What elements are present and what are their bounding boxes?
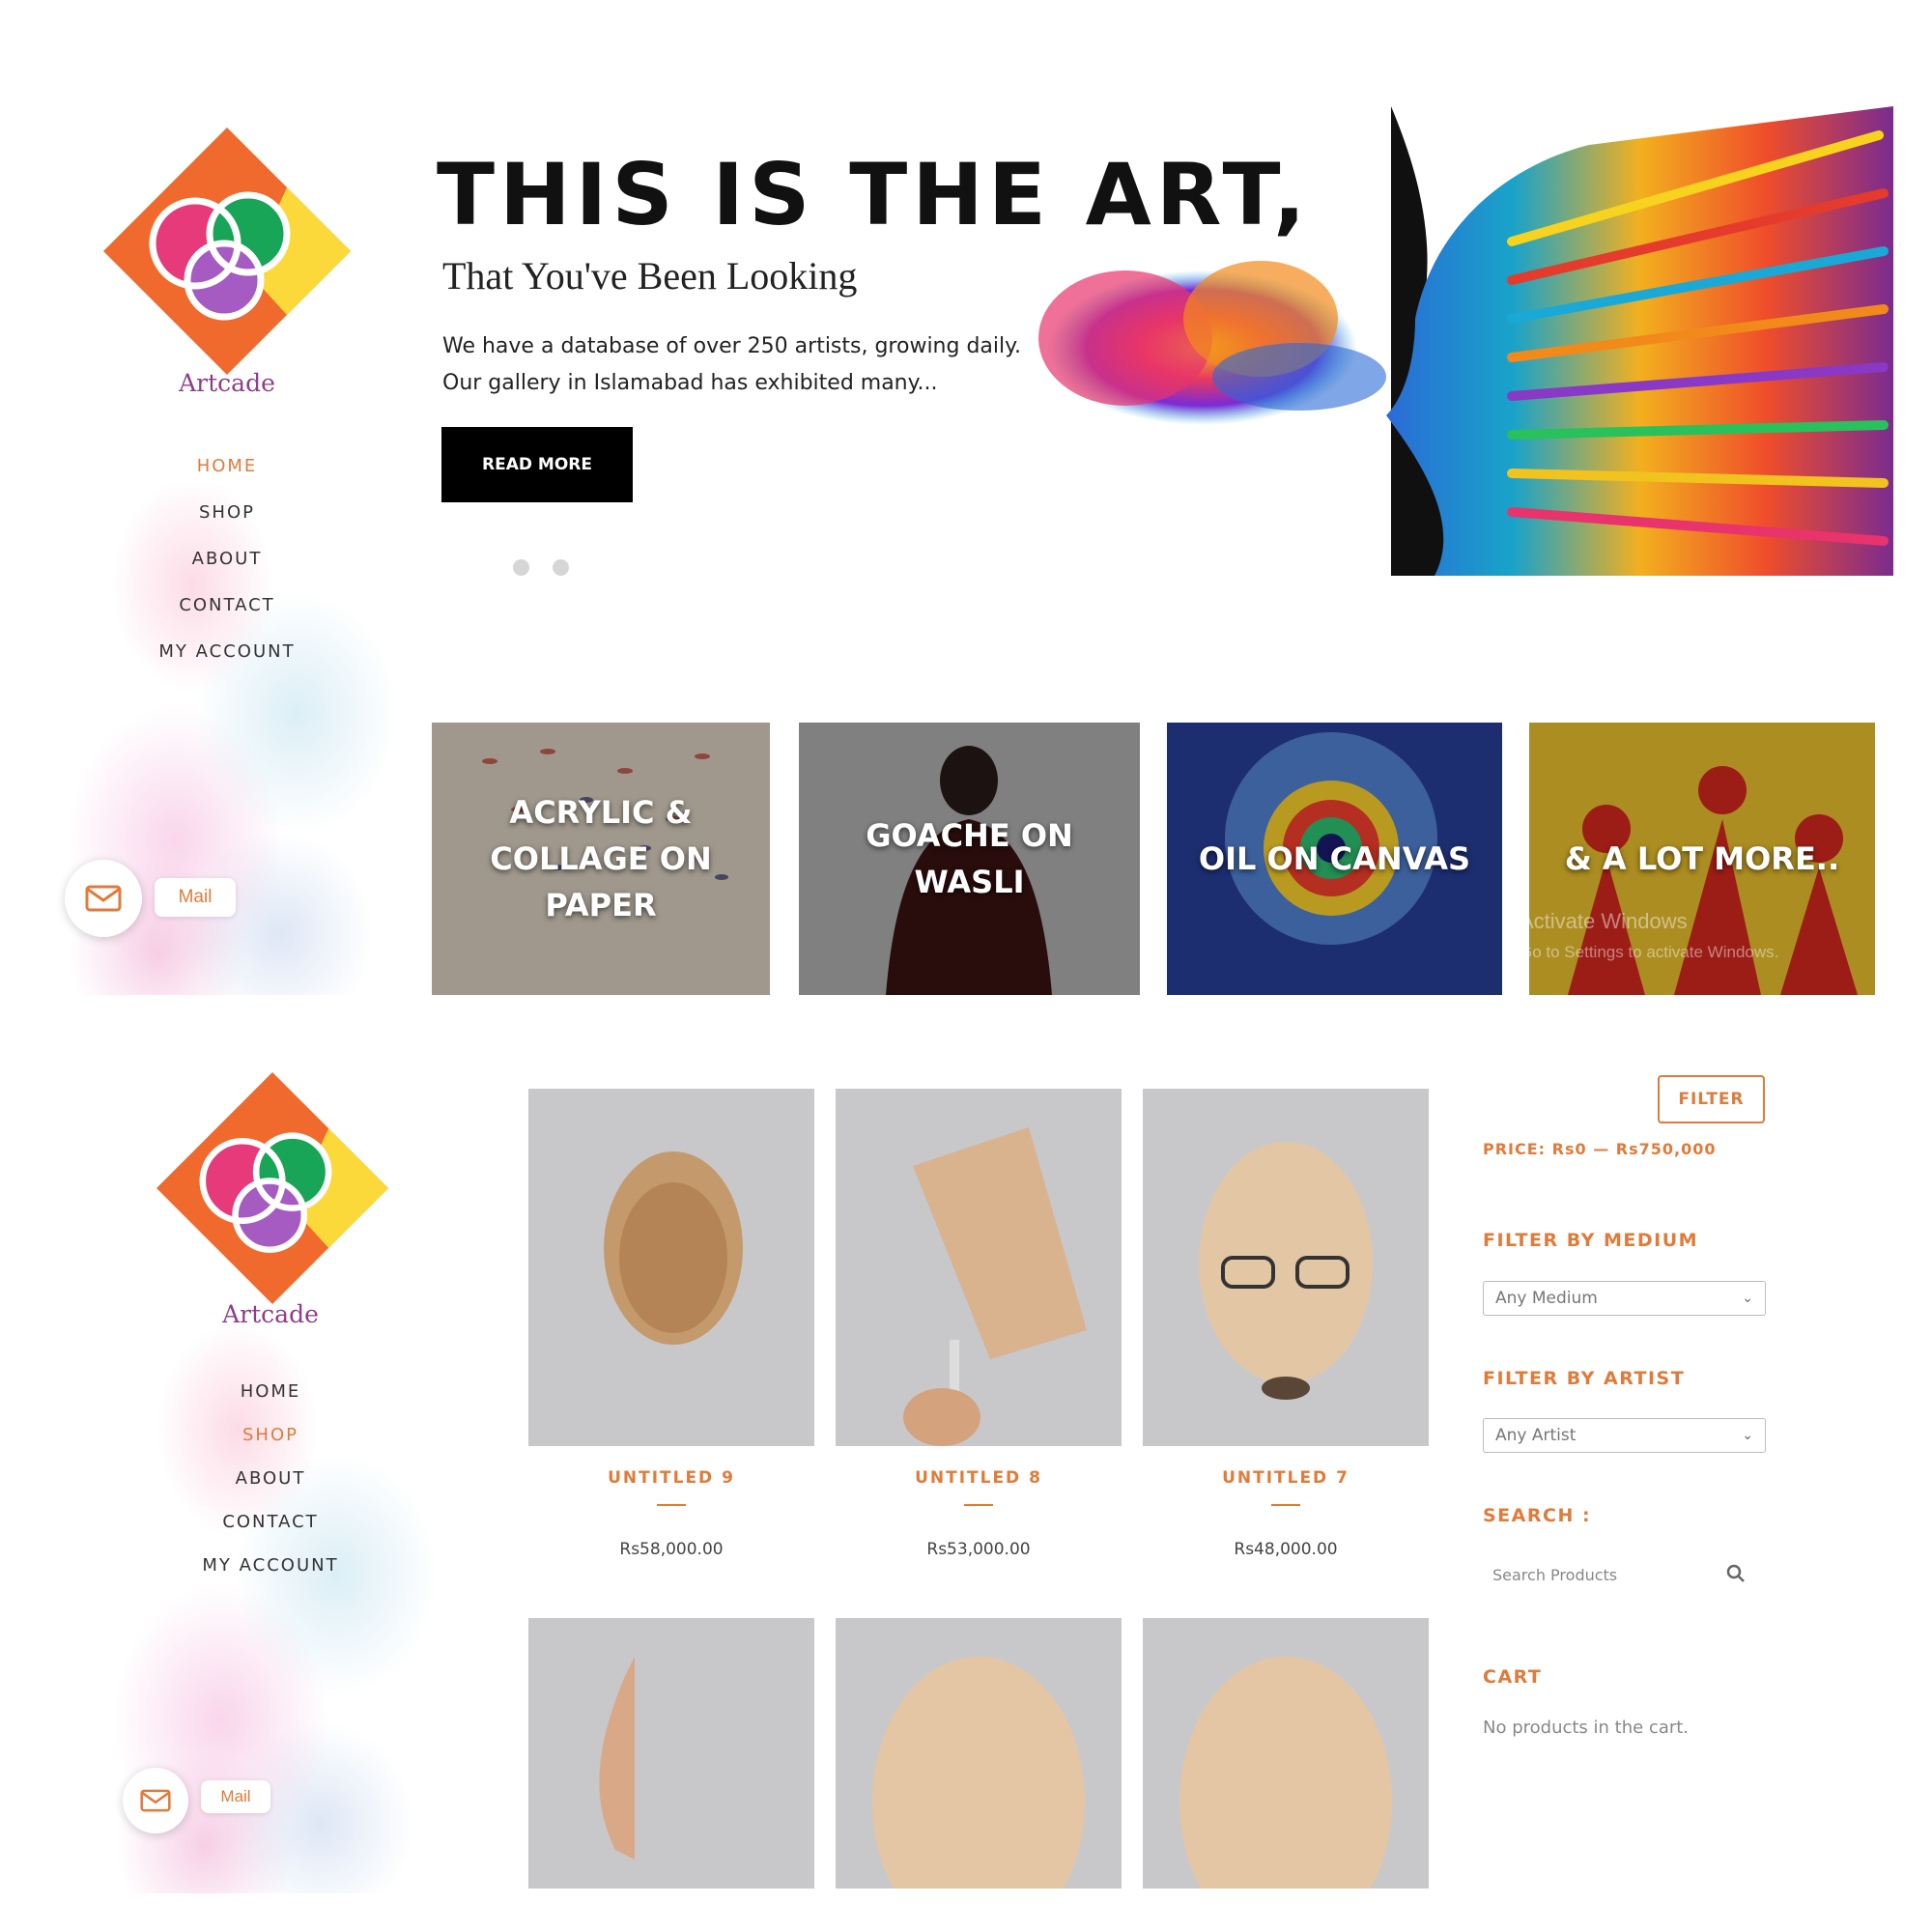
mail-button[interactable] <box>65 860 142 937</box>
hero-description-line-2: Our gallery in Islamabad has exhibited m… <box>442 371 938 395</box>
product-artwork <box>836 1089 1122 1446</box>
artist-select[interactable]: Any Artist ⌄ <box>1483 1418 1766 1453</box>
category-label: ACRYLIC & COLLAGE ON PAPER <box>490 794 712 923</box>
envelope-icon <box>140 1789 171 1812</box>
watermark-line-1: Activate Windows <box>1529 909 1688 933</box>
product-image[interactable] <box>528 1618 814 1889</box>
nav-contact[interactable]: CONTACT <box>174 1512 367 1532</box>
product-image-untitled-7[interactable] <box>1143 1089 1429 1446</box>
brand-name: Artcade <box>222 1300 319 1328</box>
category-label: GOACHE ON WASLI <box>866 817 1073 900</box>
envelope-icon <box>85 885 122 912</box>
search-icon[interactable] <box>1726 1564 1746 1588</box>
product-divider <box>657 1504 686 1506</box>
product-divider <box>964 1504 993 1506</box>
search-input[interactable] <box>1483 1555 1724 1594</box>
nav-contact[interactable]: CONTACT <box>130 595 324 615</box>
medium-select[interactable]: Any Medium ⌄ <box>1483 1281 1766 1316</box>
category-tile-goache[interactable]: GOACHE ON WASLI <box>799 723 1140 995</box>
category-label: OIL ON CANVAS <box>1198 840 1471 877</box>
cart-empty-message: No products in the cart. <box>1483 1718 1690 1738</box>
category-tile-oil[interactable]: OIL ON CANVAS <box>1167 723 1502 995</box>
chevron-down-icon: ⌄ <box>1742 1291 1753 1306</box>
hero-description-line-1: We have a database of over 250 artists, … <box>442 334 1022 358</box>
nav-about[interactable]: ABOUT <box>130 549 324 569</box>
product-price: Rs53,000.00 <box>926 1540 1031 1559</box>
product-image[interactable] <box>836 1618 1122 1889</box>
filter-medium-title: FILTER BY MEDIUM <box>1483 1230 1699 1251</box>
cart-title: CART <box>1483 1666 1543 1688</box>
price-range-label: PRICE: Rs0 — Rs750,000 <box>1483 1140 1717 1158</box>
watermark-line-2: Go to Settings to activate Windows. <box>1529 943 1779 961</box>
chevron-down-icon: ⌄ <box>1742 1428 1753 1443</box>
brand-name: Artcade <box>179 369 275 397</box>
nav-home[interactable]: HOME <box>130 456 324 476</box>
logo-mark <box>156 1072 388 1304</box>
product-name[interactable]: UNTITLED 8 <box>836 1468 1122 1488</box>
filter-button[interactable]: FILTER <box>1658 1075 1765 1123</box>
product-name[interactable]: UNTITLED 9 <box>528 1468 814 1488</box>
category-tile-acrylic[interactable]: ACRYLIC & COLLAGE ON PAPER <box>432 723 770 995</box>
product-artwork <box>1143 1089 1429 1446</box>
nav-home[interactable]: HOME <box>174 1381 367 1402</box>
category-tile-more[interactable]: & A LOT MORE.. Activate Windows Go to Se… <box>1529 723 1875 995</box>
mail-label[interactable]: Mail <box>201 1780 270 1813</box>
nav-my-account[interactable]: MY ACCOUNT <box>174 1555 367 1576</box>
artcade-logo[interactable] <box>156 1072 388 1304</box>
logo-mark <box>103 128 351 375</box>
nav-shop[interactable]: SHOP <box>174 1425 367 1445</box>
top-sidebar: Artcade HOME SHOP ABOUT CONTACT MY ACCOU… <box>53 116 401 995</box>
product-name[interactable]: UNTITLED 7 <box>1143 1468 1429 1488</box>
hero-description: We have a database of over 250 artists, … <box>442 328 1022 402</box>
product-image-untitled-9[interactable] <box>528 1089 814 1446</box>
hero-subtitle: That You've Been Looking <box>442 254 858 298</box>
product-price: Rs58,000.00 <box>619 1540 724 1559</box>
shop-nav: HOME SHOP ABOUT CONTACT MY ACCOUNT <box>174 1381 367 1576</box>
medium-select-value: Any Medium <box>1495 1289 1598 1308</box>
product-artwork <box>528 1089 814 1446</box>
slider-dot-2[interactable] <box>553 559 569 576</box>
slider-dot-1[interactable] <box>513 559 529 576</box>
mail-button[interactable] <box>123 1768 188 1833</box>
product-artwork <box>1143 1618 1429 1889</box>
nav-about[interactable]: ABOUT <box>174 1468 367 1489</box>
product-divider <box>1271 1504 1300 1506</box>
product-image-untitled-8[interactable] <box>836 1089 1122 1446</box>
activate-windows-watermark: Activate Windows Go to Settings to activ… <box>1529 906 1778 968</box>
nav-shop[interactable]: SHOP <box>130 502 324 523</box>
product-price: Rs48,000.00 <box>1234 1540 1338 1559</box>
nav-my-account[interactable]: MY ACCOUNT <box>130 641 324 662</box>
product-artwork <box>836 1618 1122 1889</box>
filter-artist-title: FILTER BY ARTIST <box>1483 1368 1686 1389</box>
artcade-logo[interactable] <box>103 128 351 375</box>
read-more-button[interactable]: READ MORE <box>441 427 633 502</box>
category-label: & A LOT MORE.. <box>1564 840 1840 877</box>
shop-sidebar: Artcade HOME SHOP ABOUT CONTACT MY ACCOU… <box>106 1072 435 1893</box>
mail-label[interactable]: Mail <box>155 878 236 917</box>
product-image[interactable] <box>1143 1618 1429 1889</box>
hero-image <box>1009 106 1893 576</box>
artist-select-value: Any Artist <box>1495 1426 1577 1445</box>
main-nav: HOME SHOP ABOUT CONTACT MY ACCOUNT <box>130 456 324 662</box>
search-title: SEARCH : <box>1483 1505 1592 1526</box>
product-artwork <box>528 1618 814 1889</box>
